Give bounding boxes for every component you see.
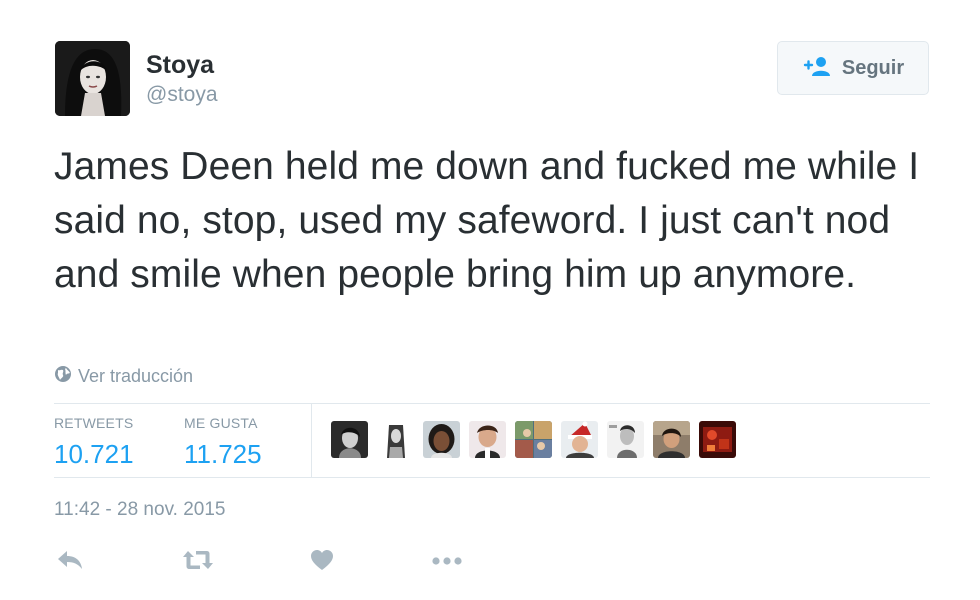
author-avatar[interactable]	[55, 41, 130, 116]
author-name[interactable]: Stoya	[146, 50, 218, 80]
liker-avatar[interactable]	[607, 421, 644, 458]
more-dots-icon	[431, 553, 463, 571]
follow-button-label: Seguir	[841, 56, 905, 79]
liker-avatar[interactable]	[331, 421, 368, 458]
tweet-card: Stoya @stoya Seguir James Deen held me d…	[0, 0, 980, 600]
tweet-timestamp[interactable]: 11:42 - 28 nov. 2015	[54, 499, 225, 521]
liker-avatar[interactable]	[377, 421, 414, 458]
like-button[interactable]	[304, 546, 340, 578]
globe-icon	[54, 365, 72, 388]
author-handle[interactable]: @stoya	[146, 82, 218, 108]
follow-person-plus-icon	[802, 55, 832, 82]
likes-stat[interactable]: ME GUSTA 11.725	[184, 414, 262, 470]
tweet-stats: RETWEETS 10.721 ME GUSTA 11.725	[54, 403, 930, 478]
reply-button[interactable]	[52, 546, 88, 578]
retweet-icon	[181, 549, 215, 576]
author-block[interactable]: Stoya @stoya	[146, 50, 218, 108]
liker-avatar[interactable]	[469, 421, 506, 458]
heart-icon	[310, 549, 334, 576]
retweets-count: 10.721	[54, 439, 134, 469]
liker-avatar[interactable]	[561, 421, 598, 458]
liker-avatar[interactable]	[515, 421, 552, 458]
translate-link[interactable]: Ver traducción	[54, 365, 193, 388]
liker-avatar[interactable]	[423, 421, 460, 458]
retweets-label: RETWEETS	[54, 415, 134, 431]
retweets-stat[interactable]: RETWEETS 10.721	[54, 414, 134, 470]
likes-count: 11.725	[184, 439, 262, 469]
reply-icon	[56, 549, 84, 576]
tweet-text: James Deen held me down and fucked me wh…	[54, 145, 920, 296]
likers-facepile	[331, 421, 736, 458]
likes-label: ME GUSTA	[184, 415, 258, 431]
liker-avatar[interactable]	[653, 421, 690, 458]
retweet-button[interactable]	[180, 546, 216, 578]
more-button[interactable]	[429, 546, 465, 578]
follow-button[interactable]: Seguir	[777, 41, 929, 95]
liker-avatar[interactable]	[699, 421, 736, 458]
translate-label: Ver traducción	[78, 366, 194, 386]
stats-divider	[311, 404, 312, 477]
